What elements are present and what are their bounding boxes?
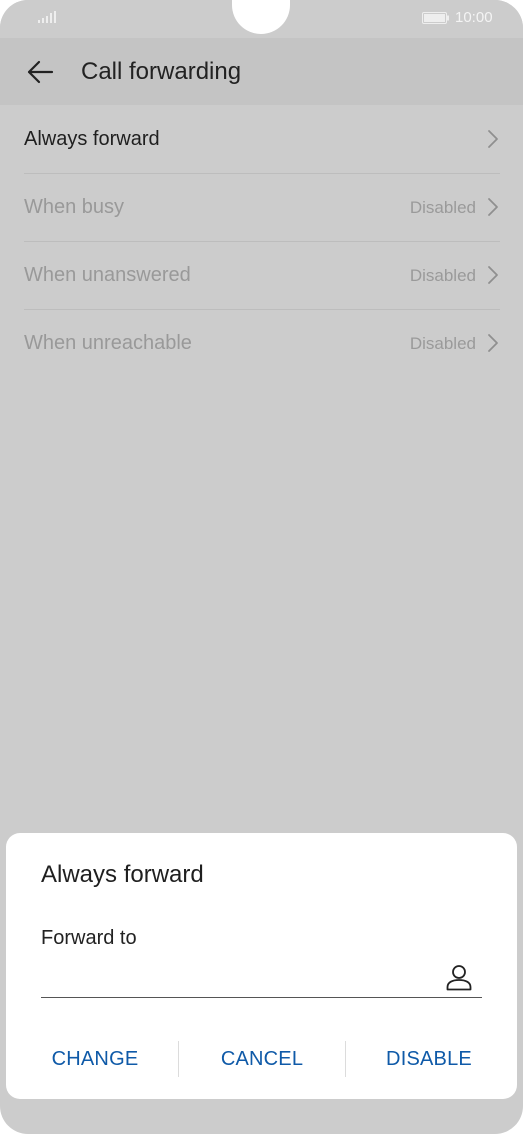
setting-label: When unanswered [24,264,191,286]
setting-when-busy[interactable]: When busy Disabled [24,174,500,242]
setting-value: Disabled [409,334,476,353]
setting-always-forward[interactable]: Always forward [24,106,500,174]
dialog-title: Always forward [41,861,204,888]
camera-notch [232,0,290,34]
settings-list: Always forward When busy Disabled When u… [0,106,523,377]
disable-button[interactable]: DISABLE [346,1037,512,1081]
cancel-button[interactable]: CANCEL [179,1037,345,1081]
phone-screen: 10:00 Call forwarding Always forward Whe… [0,0,523,1134]
forward-number-input[interactable] [41,963,421,993]
setting-when-unanswered[interactable]: When unanswered Disabled [24,242,500,310]
status-time: 10:00 [455,9,493,26]
battery-icon [422,12,449,24]
setting-when-unreachable[interactable]: When unreachable Disabled [24,310,500,377]
chevron-right-icon [488,198,498,216]
setting-value: Disabled [409,198,476,217]
status-bar: 10:00 [0,0,523,38]
setting-label: When busy [24,196,125,218]
forward-number-field [41,953,482,998]
setting-label: Always forward [24,128,160,150]
forward-to-label: Forward to [41,927,137,949]
change-button[interactable]: CHANGE [12,1037,178,1081]
signal-icon [38,11,56,23]
setting-label: When unreachable [24,332,192,354]
dialog-actions: CHANGE CANCEL DISABLE [6,1037,517,1081]
arrow-left-icon [27,60,54,84]
chevron-right-icon [488,130,498,148]
setting-value: Disabled [409,266,476,285]
app-header: Call forwarding [0,38,523,105]
person-icon [446,965,472,991]
forward-dialog: Always forward Forward to CHANGE CANCEL … [6,833,517,1099]
contact-picker-button[interactable] [443,961,475,993]
chevron-right-icon [488,266,498,284]
back-button[interactable] [20,52,60,92]
chevron-right-icon [488,334,498,352]
page-title: Call forwarding [81,58,242,85]
